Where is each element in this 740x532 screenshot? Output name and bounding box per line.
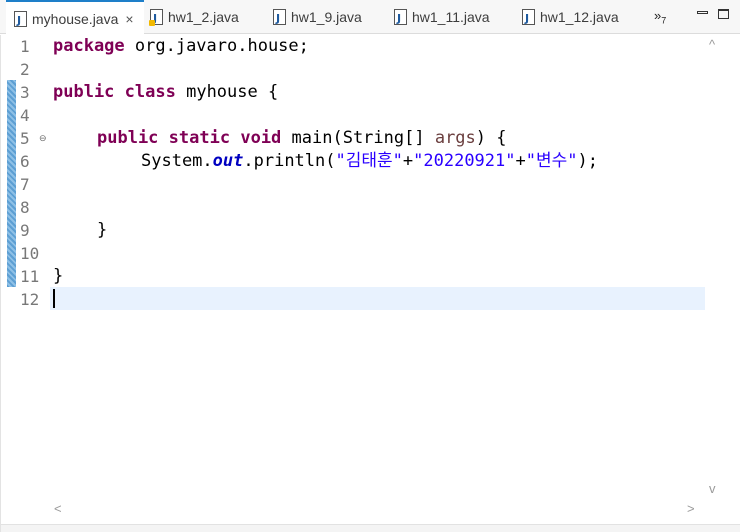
hidden-tab-count: 7: [661, 15, 667, 26]
tab-label: hw1_12.java: [540, 9, 619, 25]
line-number: 7: [20, 175, 30, 194]
svg-text:J: J: [396, 12, 401, 25]
scroll-right-icon[interactable]: >: [687, 501, 695, 516]
current-line-highlight: [50, 287, 705, 310]
code-line-1: package org.javaro.house;: [53, 36, 309, 56]
scroll-up-icon[interactable]: ^: [709, 37, 715, 52]
line-number: 1: [20, 37, 30, 56]
scroll-down-icon[interactable]: v: [709, 481, 716, 496]
tab-label: hw1_11.java: [412, 9, 490, 25]
minimize-button[interactable]: [697, 11, 708, 14]
vertical-scrollbar[interactable]: ^ v: [705, 35, 725, 505]
line-number: 9: [20, 221, 30, 240]
code-line-11: }: [53, 266, 64, 286]
line-number: 3: [20, 83, 30, 102]
svg-text:J: J: [16, 14, 21, 27]
text-cursor: [53, 289, 55, 308]
code-line-5: public static void main(String[] args) {: [97, 128, 507, 148]
line-number: 2: [20, 60, 30, 79]
scroll-left-icon[interactable]: <: [54, 501, 62, 516]
line-number: 8: [20, 198, 30, 217]
close-icon[interactable]: ×: [125, 11, 133, 27]
line-number: 11: [20, 267, 40, 286]
java-file-warning-icon: J: [149, 9, 163, 26]
code-line-3: public class myhouse {: [53, 82, 279, 102]
line-number-ruler: 1 2 3 4 5 6 7 8 9 10 11 12: [19, 35, 49, 505]
code-line-9: }: [97, 220, 108, 240]
change-ruler-marker: [7, 80, 16, 287]
tab-myhouse-java[interactable]: J myhouse.java ×: [6, 0, 144, 35]
horizontal-scrollbar[interactable]: < >: [50, 501, 705, 519]
java-file-icon: J: [522, 9, 535, 25]
line-number: 10: [20, 244, 40, 263]
tab-hw1-9-java[interactable]: J hw1_9.java: [273, 0, 385, 34]
svg-text:J: J: [524, 12, 529, 25]
fold-collapse-icon[interactable]: ⊖: [39, 133, 47, 144]
java-editor[interactable]: 1 2 3 4 5 6 7 8 9 10 11 12 ⊖ package org.javaro.hou…: [0, 35, 740, 532]
java-file-icon: J: [394, 9, 407, 25]
tab-hw1-11-java[interactable]: J hw1_11.java: [394, 0, 510, 34]
svg-text:J: J: [275, 12, 280, 25]
tab-label: myhouse.java: [32, 10, 119, 27]
tab-label: hw1_9.java: [291, 9, 362, 25]
tab-hw1-2-java[interactable]: J hw1_2.java: [149, 0, 262, 34]
code-line-6: System.out.println("김태훈"+"20220921"+"변수"…: [141, 151, 598, 171]
line-number: 6: [20, 152, 30, 171]
tab-overflow-button[interactable]: »7: [654, 8, 666, 26]
java-file-icon: J: [14, 10, 27, 27]
editor-tab-bar: J myhouse.java × J hw1_2.java J hw1_9.ja…: [0, 0, 740, 35]
line-number: 4: [20, 106, 30, 125]
maximize-button[interactable]: [718, 9, 729, 19]
tab-label: hw1_2.java: [168, 9, 239, 25]
line-number: 12: [20, 290, 40, 309]
java-file-icon: J: [273, 9, 286, 25]
warning-icon: [149, 20, 155, 26]
tab-hw1-12-java[interactable]: J hw1_12.java: [522, 0, 638, 34]
editor-bottom-border: [1, 524, 740, 532]
